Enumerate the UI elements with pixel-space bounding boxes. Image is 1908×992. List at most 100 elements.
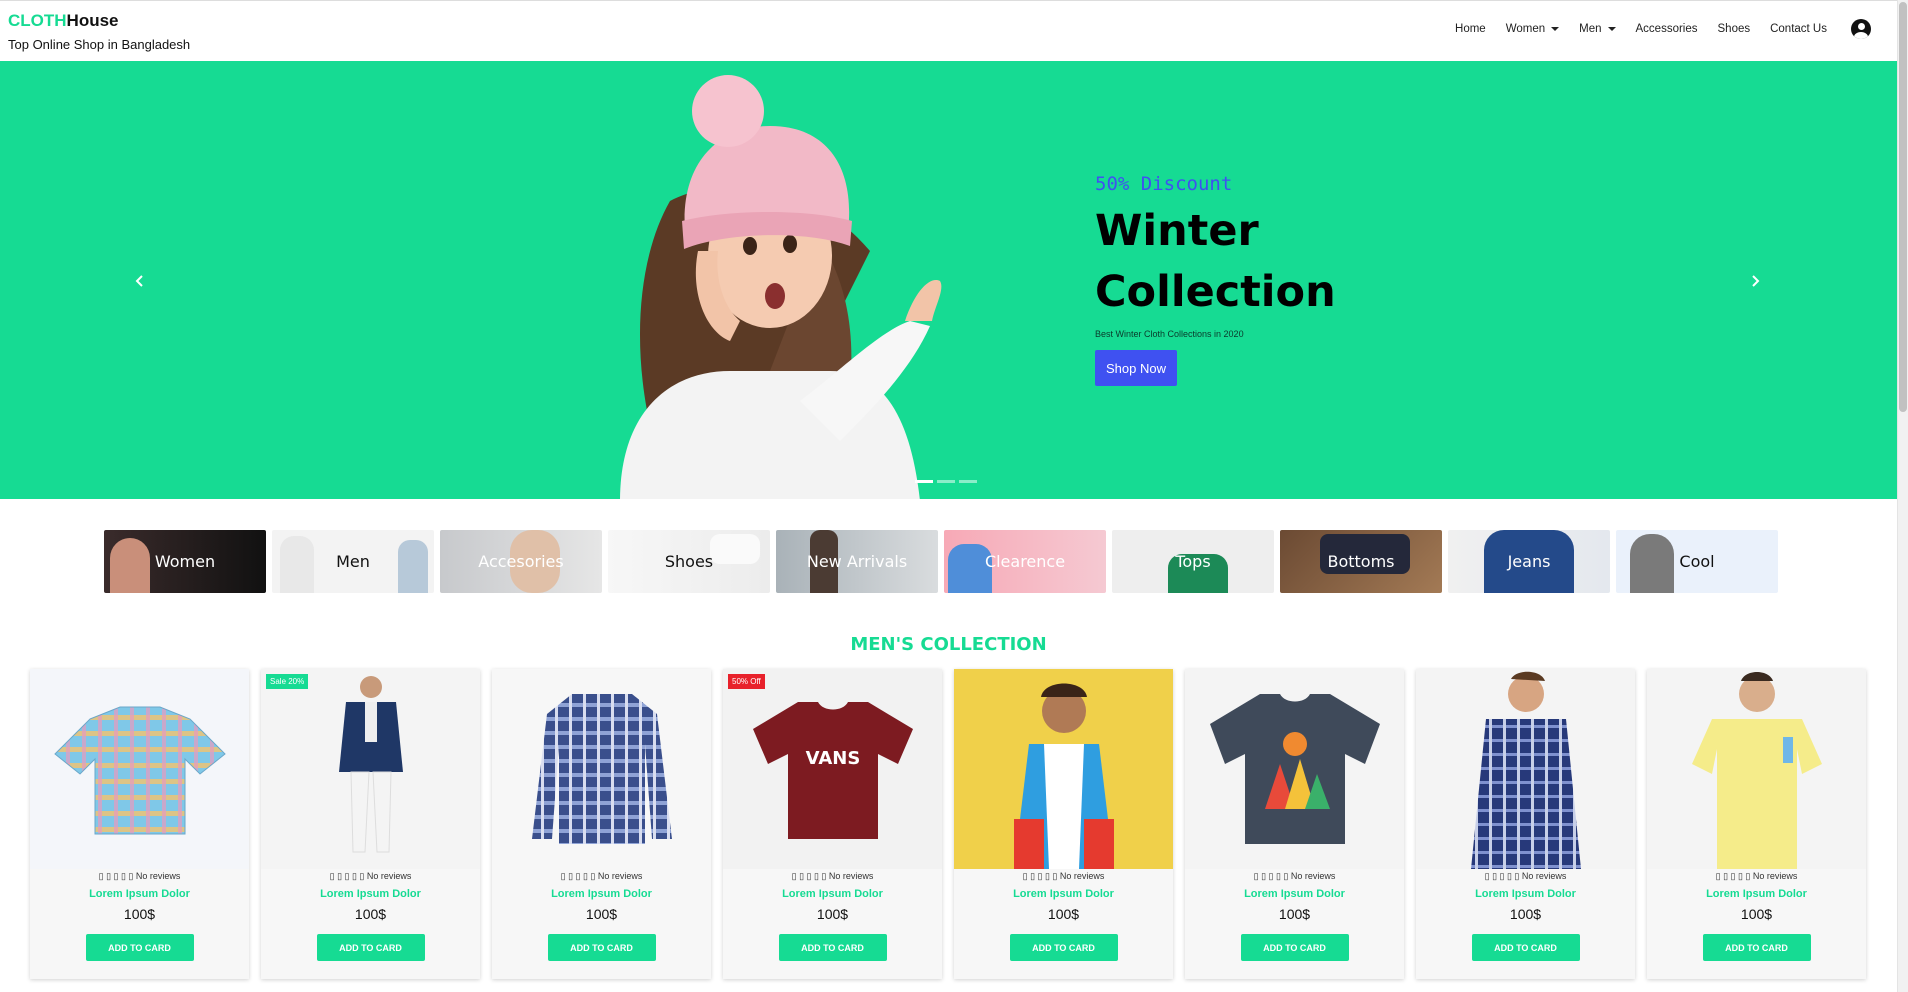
- product-name[interactable]: Lorem Ipsum Dolor: [1647, 888, 1866, 900]
- hero-discount: 50% Discount: [1095, 173, 1233, 195]
- product-image: [261, 669, 480, 869]
- svg-text:VANS: VANS: [805, 748, 860, 769]
- caret-down-icon: [1607, 27, 1616, 31]
- nav-shoes-label: Shoes: [1717, 23, 1751, 35]
- product-rating: ▯ ▯ ▯ ▯ ▯ No reviews: [1253, 871, 1336, 881]
- category-tile-jeans[interactable]: Jeans: [1448, 530, 1610, 593]
- product-name[interactable]: Lorem Ipsum Dolor: [1185, 888, 1404, 900]
- category-label: Clearence: [984, 552, 1066, 571]
- category-tile-bottoms[interactable]: Bottoms: [1280, 530, 1442, 593]
- nav-contact[interactable]: Contact Us: [1770, 23, 1827, 35]
- add-to-card-button[interactable]: ADD TO CARD: [778, 934, 887, 961]
- carousel-prev-icon[interactable]: [130, 271, 150, 291]
- category-tile-cool[interactable]: Cool: [1616, 530, 1778, 593]
- product-name[interactable]: Lorem Ipsum Dolor: [1416, 888, 1635, 900]
- category-label: Bottoms: [1327, 552, 1395, 571]
- add-to-card-button[interactable]: ADD TO CARD: [85, 934, 194, 961]
- product-image: VANS: [723, 669, 942, 869]
- product-image: [30, 669, 249, 869]
- category-tile-accessories[interactable]: Accesories: [440, 530, 602, 593]
- product-card[interactable]: ▯ ▯ ▯ ▯ ▯ No reviews Lorem Ipsum Dolor 1…: [1416, 669, 1635, 979]
- category-label: Cool: [1679, 552, 1715, 571]
- hero-title: Winter Collection: [1095, 206, 1336, 317]
- category-image: [280, 536, 314, 593]
- caret-down-icon: [1551, 27, 1560, 31]
- main-nav: Home Women Men Accessories Shoes Contact…: [1455, 19, 1871, 39]
- product-rating: ▯ ▯ ▯ ▯ ▯ No reviews: [1715, 871, 1798, 881]
- product-name[interactable]: Lorem Ipsum Dolor: [30, 888, 249, 900]
- category-strip: Women Men Accesories Shoes New Arrivals …: [104, 530, 1778, 593]
- product-price: 100$: [123, 906, 156, 922]
- product-card[interactable]: ▯ ▯ ▯ ▯ ▯ No reviews Lorem Ipsum Dolor 1…: [954, 669, 1173, 979]
- add-to-card-button[interactable]: ADD TO CARD: [547, 934, 656, 961]
- product-image: [954, 669, 1173, 869]
- nav-contact-label: Contact Us: [1770, 23, 1827, 35]
- category-label: Shoes: [664, 552, 714, 571]
- nav-shoes[interactable]: Shoes: [1718, 23, 1751, 35]
- product-name[interactable]: Lorem Ipsum Dolor: [492, 888, 711, 900]
- discount-badge: 50% Off: [728, 674, 765, 689]
- add-to-card-button[interactable]: ADD TO CARD: [316, 934, 425, 961]
- product-card[interactable]: ▯ ▯ ▯ ▯ ▯ No reviews Lorem Ipsum Dolor 1…: [1185, 669, 1404, 979]
- carousel-indicator[interactable]: [915, 480, 933, 483]
- nav-home-label: Home: [1455, 23, 1486, 35]
- product-price: 100$: [1047, 906, 1080, 922]
- user-account-icon[interactable]: [1851, 19, 1871, 39]
- category-tile-women[interactable]: Women: [104, 530, 266, 593]
- add-to-card-button[interactable]: ADD TO CARD: [1009, 934, 1118, 961]
- product-name[interactable]: Lorem Ipsum Dolor: [723, 888, 942, 900]
- nav-accessories-label: Accessories: [1635, 23, 1698, 35]
- category-tile-new-arrivals[interactable]: New Arrivals: [776, 530, 938, 593]
- product-price: 100$: [1278, 906, 1311, 922]
- nav-home[interactable]: Home: [1455, 23, 1486, 35]
- nav-men-dropdown[interactable]: Men: [1579, 23, 1616, 35]
- product-name[interactable]: Lorem Ipsum Dolor: [954, 888, 1173, 900]
- product-card[interactable]: ▯ ▯ ▯ ▯ ▯ No reviews Lorem Ipsum Dolor 1…: [30, 669, 249, 979]
- product-image: [1416, 669, 1635, 869]
- hero-carousel: 50% Discount Winter Collection Best Wint…: [0, 61, 1897, 499]
- product-rating: ▯ ▯ ▯ ▯ ▯ No reviews: [1484, 871, 1567, 881]
- add-to-card-button[interactable]: ADD TO CARD: [1702, 934, 1811, 961]
- category-tile-shoes[interactable]: Shoes: [608, 530, 770, 593]
- carousel-indicator[interactable]: [937, 480, 955, 483]
- product-card[interactable]: Sale 20% ▯ ▯ ▯ ▯ ▯ No reviews Lorem Ipsu…: [261, 669, 480, 979]
- product-image: [1185, 669, 1404, 869]
- product-name[interactable]: Lorem Ipsum Dolor: [261, 888, 480, 900]
- product-price: 100$: [1740, 906, 1773, 922]
- page-scrollbar[interactable]: [1897, 0, 1908, 992]
- carousel-next-icon[interactable]: [1745, 271, 1765, 291]
- add-to-card-button[interactable]: ADD TO CARD: [1240, 934, 1349, 961]
- product-grid: ▯ ▯ ▯ ▯ ▯ No reviews Lorem Ipsum Dolor 1…: [30, 669, 1866, 979]
- add-to-card-button[interactable]: ADD TO CARD: [1471, 934, 1580, 961]
- nav-women-label: Women: [1505, 23, 1546, 35]
- brand-logo[interactable]: CLOTHHouse: [8, 11, 119, 31]
- product-card[interactable]: 50% Off VANS ▯ ▯ ▯ ▯ ▯ No reviews Lorem …: [723, 669, 942, 979]
- category-tile-men[interactable]: Men: [272, 530, 434, 593]
- nav-women-dropdown[interactable]: Women: [1505, 23, 1560, 35]
- category-label: Women: [154, 552, 216, 571]
- product-rating: ▯ ▯ ▯ ▯ ▯ No reviews: [1022, 871, 1105, 881]
- shop-now-button[interactable]: Shop Now: [1095, 350, 1177, 386]
- carousel-indicators: [915, 480, 977, 483]
- category-label: New Arrivals: [806, 552, 908, 571]
- product-card[interactable]: ▯ ▯ ▯ ▯ ▯ No reviews Lorem Ipsum Dolor 1…: [492, 669, 711, 979]
- site-header: CLOTHHouse Top Online Shop in Bangladesh…: [0, 0, 1897, 61]
- carousel-indicator[interactable]: [959, 480, 977, 483]
- scrollbar-thumb[interactable]: [1899, 2, 1907, 412]
- hero-model-image: [620, 75, 942, 499]
- sale-badge: Sale 20%: [266, 674, 309, 689]
- category-tile-tops[interactable]: Tops: [1112, 530, 1274, 593]
- category-tile-clearence[interactable]: Clearence: [944, 530, 1106, 593]
- product-price: 100$: [816, 906, 849, 922]
- category-image: [710, 534, 760, 564]
- category-image: [110, 538, 150, 593]
- category-label: Accesories: [478, 552, 564, 571]
- category-label: Jeans: [1507, 552, 1551, 571]
- nav-accessories[interactable]: Accessories: [1636, 23, 1698, 35]
- product-price: 100$: [354, 906, 387, 922]
- category-image: [1630, 534, 1674, 593]
- product-image: [1647, 669, 1866, 869]
- category-image: [398, 540, 428, 593]
- product-rating: ▯ ▯ ▯ ▯ ▯ No reviews: [98, 871, 181, 881]
- product-card[interactable]: ▯ ▯ ▯ ▯ ▯ No reviews Lorem Ipsum Dolor 1…: [1647, 669, 1866, 979]
